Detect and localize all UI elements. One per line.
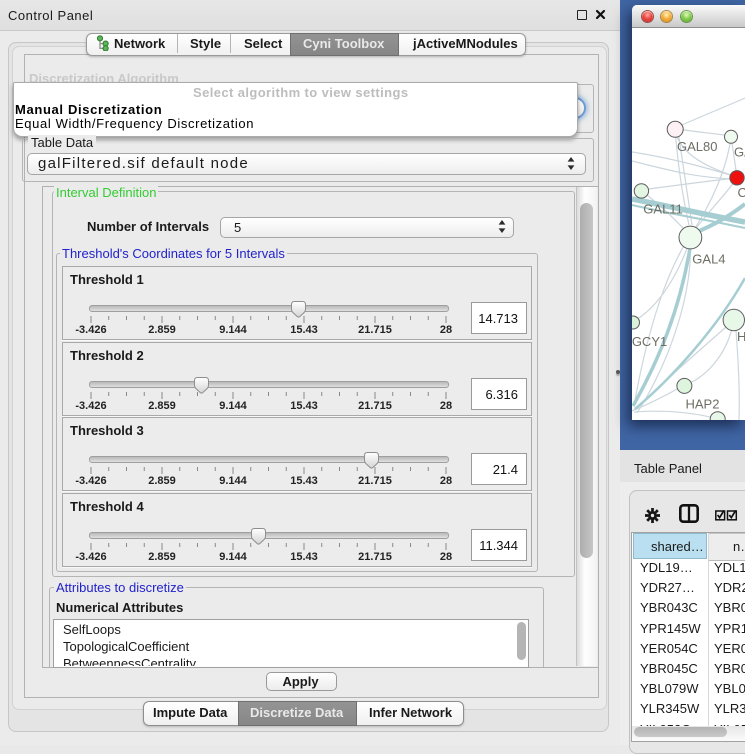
svg-text:GA: GA [734,145,745,160]
svg-text:C: C [738,185,745,200]
svg-text:GAL80: GAL80 [677,139,717,154]
svg-text:GAL11: GAL11 [643,201,683,216]
svg-text:HAP2: HAP2 [686,397,720,412]
svg-text:H: H [737,329,745,344]
svg-text:GAL4: GAL4 [692,251,725,266]
svg-text:GCY1: GCY1 [632,334,667,349]
